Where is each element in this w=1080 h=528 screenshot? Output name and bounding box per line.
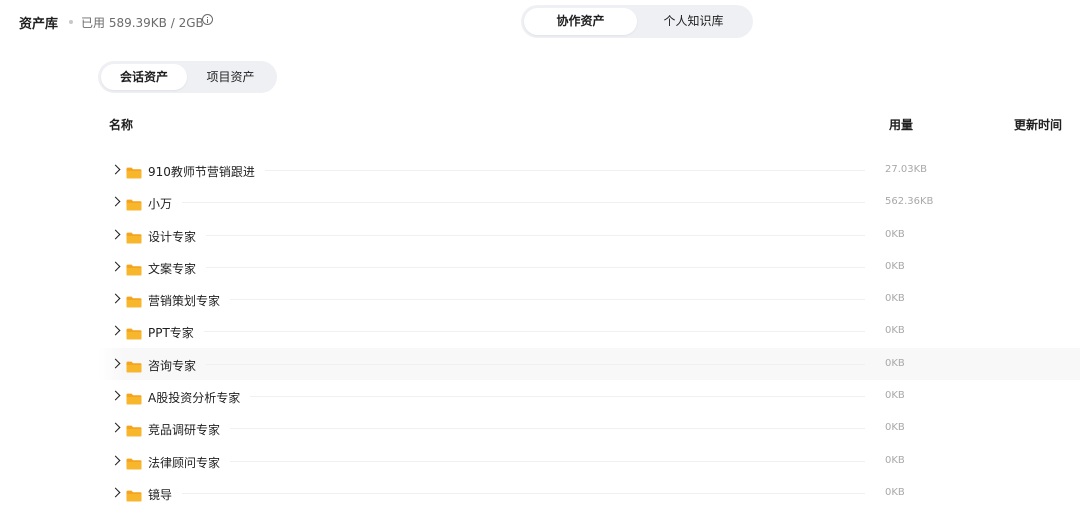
- folder-row[interactable]: 文案专家 0KB: [98, 251, 1080, 283]
- folder-icon: [126, 390, 142, 405]
- folder-name[interactable]: 小万: [148, 195, 183, 213]
- folder-icon: [126, 325, 142, 340]
- chevron-right-icon[interactable]: [110, 229, 121, 240]
- folder-icon: [126, 164, 142, 179]
- folder-size: 27.03KB: [885, 164, 928, 175]
- folder-icon: [126, 422, 142, 437]
- folder-row[interactable]: 镜导 0KB: [98, 477, 1080, 509]
- storage-usage: 已用 589.39KB / 2GB: [81, 16, 204, 30]
- folder-list: 910教师节营销跟进 27.03KB 小万 562.36KB 设计专家 0KB 文案专家 0K…: [98, 154, 1080, 509]
- row-divider: [148, 492, 865, 494]
- column-header-name[interactable]: 名称: [109, 116, 133, 133]
- tab-project-assets[interactable]: 项目资产: [187, 64, 274, 90]
- folder-name[interactable]: 咨询专家: [148, 356, 207, 374]
- folder-icon: [126, 293, 142, 308]
- row-divider: [148, 460, 865, 462]
- asset-type-switch: 协作资产 个人知识库: [521, 5, 753, 38]
- row-divider: [148, 331, 865, 333]
- folder-row[interactable]: 竞品调研专家 0KB: [98, 412, 1080, 444]
- folder-icon: [126, 261, 142, 276]
- chevron-right-icon[interactable]: [110, 358, 121, 369]
- folder-row[interactable]: 法律顾问专家 0KB: [98, 445, 1080, 477]
- chevron-right-icon[interactable]: [110, 422, 121, 433]
- folder-name[interactable]: A股投资分析专家: [148, 389, 251, 407]
- row-divider: [148, 299, 865, 301]
- folder-row[interactable]: 营销策划专家 0KB: [98, 283, 1080, 315]
- folder-size: 0KB: [885, 357, 905, 369]
- folder-size: 0KB: [885, 293, 905, 305]
- folder-icon: [126, 229, 142, 243]
- folder-size: 0KB: [885, 228, 905, 240]
- folder-icon: [126, 487, 142, 502]
- folder-row[interactable]: 小万 562.36KB: [98, 186, 1080, 218]
- folder-size: 0KB: [885, 486, 905, 498]
- folder-row[interactable]: A股投资分析专家 0KB: [98, 380, 1080, 412]
- row-divider: [148, 428, 865, 430]
- folder-name[interactable]: 法律顾问专家: [148, 453, 231, 471]
- tab-personal-kb[interactable]: 个人知识库: [637, 8, 750, 35]
- chevron-right-icon[interactable]: [110, 326, 121, 336]
- row-divider: [148, 363, 865, 365]
- column-header-size[interactable]: 用量: [889, 116, 913, 133]
- separator-dot: [69, 20, 73, 24]
- row-divider: [148, 234, 865, 236]
- chevron-right-icon[interactable]: [110, 293, 121, 304]
- tab-collab-assets[interactable]: 协作资产: [524, 8, 637, 35]
- folder-name[interactable]: PPT专家: [148, 324, 204, 342]
- folder-icon: [126, 196, 142, 211]
- chevron-right-icon[interactable]: [110, 455, 121, 466]
- row-divider: [148, 396, 865, 398]
- chevron-right-icon[interactable]: [110, 164, 121, 175]
- asset-scope-switch: 会话资产 项目资产: [98, 61, 277, 93]
- folder-row[interactable]: PPT专家 0KB: [98, 315, 1080, 347]
- folder-size: 0KB: [885, 454, 905, 466]
- folder-name[interactable]: 竞品调研专家: [148, 421, 231, 439]
- folder-size: 562.36KB: [885, 196, 934, 208]
- folder-icon: [126, 455, 142, 470]
- chevron-right-icon[interactable]: [110, 261, 121, 272]
- tab-session-assets[interactable]: 会话资产: [101, 64, 187, 90]
- folder-size: 0KB: [885, 325, 905, 337]
- chevron-right-icon[interactable]: [110, 487, 121, 498]
- folder-icon: [126, 358, 142, 373]
- row-divider: [148, 202, 865, 204]
- folder-name[interactable]: 设计专家: [148, 227, 207, 245]
- column-header-updated[interactable]: 更新时间: [1014, 116, 1062, 133]
- top-bar: 资产库 已用 589.39KB / 2GB 协作资产 个人知识库: [0, 0, 1080, 44]
- folder-name[interactable]: 文案专家: [148, 259, 207, 277]
- row-divider: [148, 266, 865, 268]
- chevron-right-icon[interactable]: [110, 196, 121, 207]
- folder-row[interactable]: 咨询专家 0KB: [98, 347, 1080, 381]
- folder-name[interactable]: 镜导: [148, 485, 183, 503]
- folder-name[interactable]: 营销策划专家: [148, 292, 231, 310]
- page-title: 资产库: [19, 17, 59, 32]
- folder-size: 0KB: [885, 260, 905, 272]
- info-icon[interactable]: [202, 14, 213, 25]
- chevron-right-icon[interactable]: [110, 390, 121, 401]
- folder-size: 0KB: [885, 422, 905, 434]
- folder-name[interactable]: 910教师节营销跟进: [148, 163, 265, 180]
- folder-size: 0KB: [885, 390, 905, 402]
- folder-row[interactable]: 910教师节营销跟进 27.03KB: [98, 154, 1080, 186]
- folder-row[interactable]: 设计专家 0KB: [98, 219, 1080, 251]
